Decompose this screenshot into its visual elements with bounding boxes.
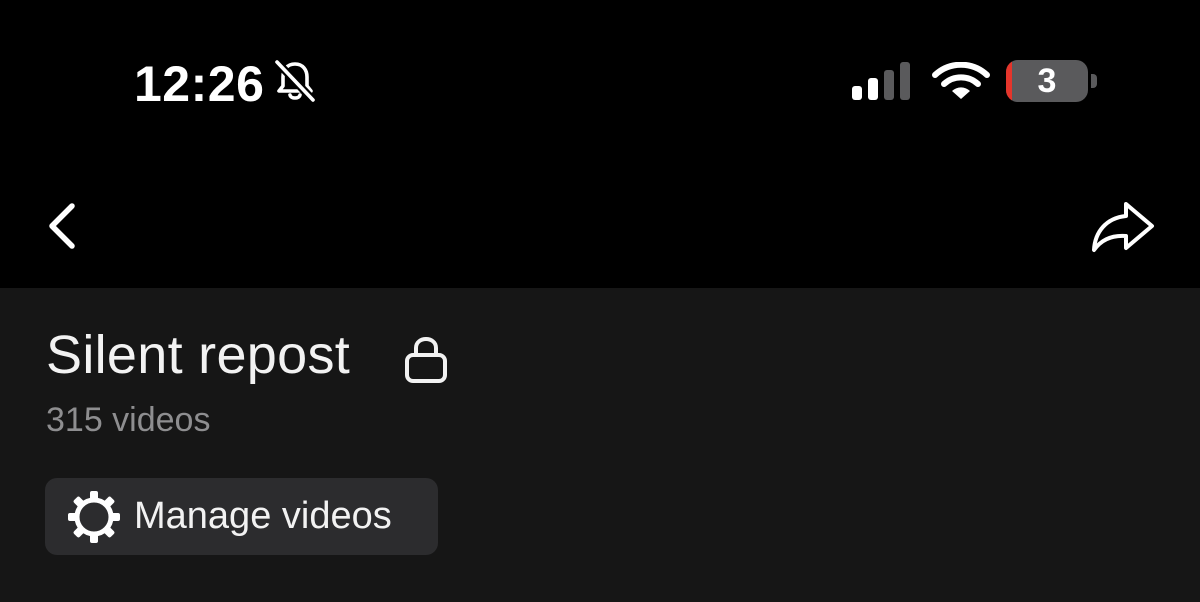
signal-bar-2 — [868, 78, 878, 100]
playlist-title-row: Silent repost — [46, 320, 447, 390]
battery-cap — [1091, 74, 1097, 88]
battery-level: 3 — [1037, 62, 1057, 100]
manage-videos-label: Manage videos — [134, 495, 392, 537]
manage-videos-button[interactable]: Manage videos — [45, 478, 438, 555]
share-arrow-icon — [1092, 202, 1154, 252]
share-button[interactable] — [1086, 194, 1158, 258]
gear-icon — [68, 491, 120, 543]
battery-indicator: 3 — [1006, 60, 1098, 104]
signal-bar-3 — [884, 70, 894, 100]
playlist-header: Silent repost 315 videos Manage videos — [0, 288, 1200, 602]
battery-body: 3 — [1006, 60, 1088, 102]
lock-icon — [405, 337, 447, 383]
signal-bar-4 — [900, 62, 910, 100]
status-bar: 12:26 3 — [0, 0, 1200, 140]
back-button[interactable] — [36, 196, 92, 256]
wifi-icon — [932, 62, 990, 99]
bell-slash-icon — [273, 58, 317, 104]
signal-bar-1 — [852, 86, 862, 100]
status-time: 12:26 — [134, 56, 265, 112]
video-count: 315 videos — [46, 401, 211, 439]
cellular-signal-icon — [852, 62, 910, 100]
playlist-title: Silent repost — [46, 325, 351, 385]
screen: 12:26 3 Silent repost 315 videos Manage … — [0, 0, 1200, 602]
chevron-left-icon — [49, 203, 75, 249]
